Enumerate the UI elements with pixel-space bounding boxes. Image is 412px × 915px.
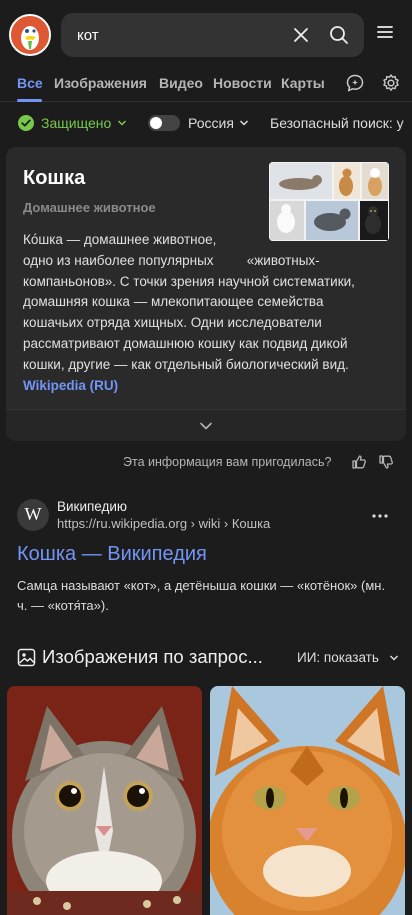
chat-icon[interactable]	[345, 73, 365, 93]
knowledge-panel: Кошка Домашнее животное Ко́шка — домашне…	[6, 147, 406, 441]
search-input[interactable]	[77, 25, 277, 45]
wikipedia-source-link[interactable]: Wikipedia (RU)	[23, 378, 118, 393]
duckduckgo-logo[interactable]	[9, 14, 51, 56]
result-snippet: Самца называют «кот», а детёныша кошки —…	[17, 578, 386, 613]
image-result-2[interactable]	[210, 686, 405, 915]
tab-maps[interactable]: Карты	[281, 75, 325, 91]
knowledge-subtitle: Домашнее животное	[23, 200, 156, 215]
tab-news[interactable]: Новости	[213, 75, 272, 91]
shield-check-icon	[17, 114, 35, 132]
search-tabs: Все Изображения Видео Новости Карты	[0, 70, 412, 102]
active-tab-indicator	[17, 99, 42, 102]
knowledge-text-intro: Ко́шка — домашнее животное, одно из наиб…	[23, 232, 217, 268]
ai-images-toggle[interactable]: ИИ: показать	[297, 650, 379, 665]
settings-icon[interactable]	[381, 73, 401, 93]
image-icon	[17, 648, 36, 667]
result-title-link[interactable]: Кошка — Википедия	[17, 543, 207, 566]
menu-icon[interactable]	[373, 20, 397, 44]
thumbs-up-icon[interactable]	[351, 454, 367, 470]
result-site-name[interactable]: Википедию	[57, 499, 127, 514]
images-section-header: Изображения по запрос... ИИ: показать	[0, 645, 412, 673]
region-toggle[interactable]	[148, 115, 180, 131]
more-icon[interactable]	[370, 506, 390, 526]
tab-all[interactable]: Все	[17, 75, 43, 91]
knowledge-title: Кошка	[23, 167, 86, 189]
search-filters: Защищено Россия Безопасный поиск: у	[0, 108, 412, 138]
chevron-down-icon	[239, 120, 249, 126]
tab-images[interactable]: Изображения	[54, 75, 147, 91]
expand-knowledge-button[interactable]	[6, 409, 406, 441]
protection-status[interactable]: Защищено	[41, 115, 111, 131]
favicon-letter: W	[24, 504, 42, 524]
images-section-title[interactable]: Изображения по запрос...	[42, 646, 263, 668]
chevron-down-icon	[389, 655, 399, 661]
chevron-down-icon	[117, 120, 127, 126]
safe-search-filter[interactable]: Безопасный поиск: у	[270, 115, 404, 131]
search-box	[61, 13, 364, 57]
wikipedia-favicon: W	[17, 499, 49, 531]
chevron-down-icon	[200, 422, 212, 430]
clear-icon[interactable]	[289, 23, 313, 47]
thumbs-down-icon[interactable]	[378, 454, 394, 470]
result-url[interactable]: https://ru.wikipedia.org › wiki › Кошка	[57, 516, 270, 531]
knowledge-description: Ко́шка — домашнее животное, одно из наиб…	[23, 230, 385, 396]
feedback-question: Эта информация вам пригодилась?	[123, 455, 332, 469]
image-result-1[interactable]	[7, 686, 202, 915]
tab-videos[interactable]: Видео	[159, 75, 203, 91]
header	[0, 0, 412, 70]
search-icon[interactable]	[327, 23, 351, 47]
region-filter[interactable]: Россия	[188, 115, 234, 131]
